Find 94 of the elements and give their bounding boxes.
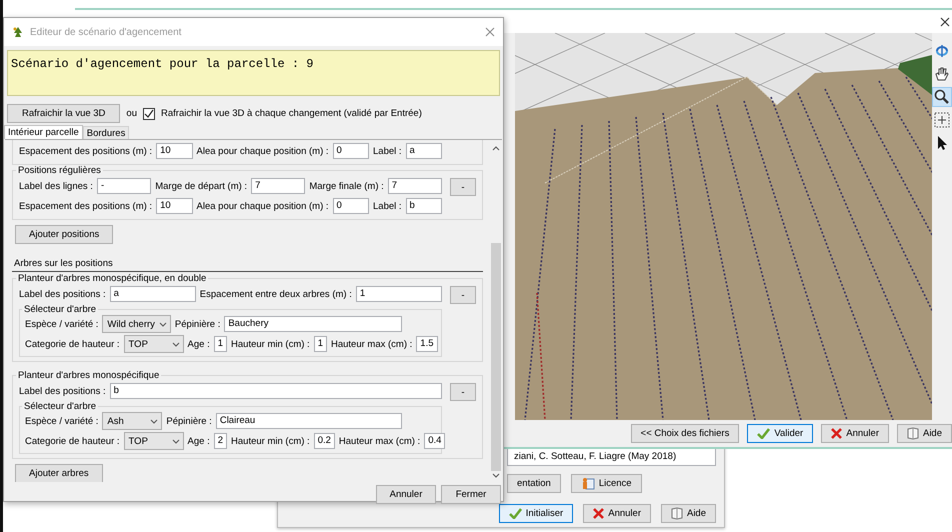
remove-button[interactable]: - — [450, 178, 476, 196]
text-field[interactable]: b — [406, 198, 442, 214]
group-title: Planteur d'arbres monospécifique — [17, 370, 160, 381]
caret-icon — [172, 438, 180, 444]
dropdown[interactable]: TOP — [124, 432, 184, 450]
button[interactable]: Aide — [660, 504, 716, 523]
caret-icon — [172, 342, 180, 346]
dropdown[interactable]: TOP — [124, 335, 184, 353]
separator-text: ou — [126, 108, 137, 119]
remove-button[interactable]: - — [450, 286, 476, 304]
text-field[interactable]: 7 — [251, 178, 306, 194]
field-label: Espacement des positions (m) : — [19, 146, 152, 156]
group-title: Positions régulières — [17, 165, 102, 176]
text-field[interactable]: - — [96, 178, 152, 194]
cross-icon — [831, 428, 842, 439]
text-field[interactable]: 1.5 — [416, 336, 438, 352]
dropdown[interactable]: Ash — [102, 412, 162, 430]
add-positions-button[interactable]: Ajouter positions — [15, 225, 114, 244]
scenario-text-area: Scénario d'agencement pour la parcelle : 9 — [7, 50, 500, 96]
search-icon[interactable] — [932, 87, 952, 107]
group-title: Sélecteur d'arbre — [23, 401, 98, 412]
field-label: Hauteur min (cm) : — [231, 338, 310, 350]
tab[interactable]: Bordures — [82, 126, 130, 139]
text-field[interactable]: 1 — [314, 336, 327, 352]
caret-icon — [158, 322, 167, 326]
field-label: Label des positions : — [19, 288, 106, 300]
checkbox[interactable] — [143, 108, 155, 120]
field-label: Espèce / variété : — [25, 318, 98, 330]
button[interactable]: Fermer — [441, 485, 501, 504]
document-icon — [580, 477, 595, 490]
field-label: Label des lignes : — [19, 180, 93, 192]
tab[interactable]: Intérieur parcelle — [4, 125, 83, 139]
field-label: Categorie de hauteur : — [25, 436, 120, 446]
field-label: Pépinière : — [166, 416, 212, 426]
logo-icon — [12, 26, 24, 38]
field-label: Hauteur max (cm) : — [330, 338, 412, 350]
text-field[interactable]: 1 — [356, 286, 442, 302]
button[interactable]: Initialiser — [498, 504, 574, 523]
text-field[interactable]: 0.2 — [314, 433, 335, 449]
group-title: Sélecteur d'arbre — [23, 304, 98, 315]
field-label: Espacement des positions (m) : — [19, 200, 152, 212]
text-field[interactable]: a — [406, 143, 442, 159]
field-label: Age : — [188, 338, 210, 350]
field-label: Espèce / variété : — [25, 416, 98, 426]
checkbox-label: Rafraichir la vue 3D à chaque changement (validé par Entrée) — [161, 108, 422, 119]
text-field[interactable]: 1 — [214, 336, 228, 352]
field-label: Categorie de hauteur : — [25, 338, 120, 350]
field-label: Alea pour chaque position (m) : — [196, 146, 329, 156]
window-title: Editeur de scénario d'agencement — [30, 26, 182, 38]
check-icon — [757, 428, 770, 439]
text-field[interactable]: Bauchery — [224, 316, 402, 332]
remove-button[interactable]: - — [450, 383, 476, 401]
button[interactable]: Licence — [570, 474, 642, 493]
add-trees-button[interactable]: Ajouter arbres — [15, 464, 103, 482]
text-field[interactable]: a — [110, 286, 196, 302]
field-label: Hauteur min (cm) : — [231, 436, 310, 446]
button[interactable]: << Choix des fichiers — [630, 424, 740, 443]
button[interactable]: Aide — [896, 424, 952, 443]
text-field[interactable]: 0 — [332, 198, 369, 214]
field-label: Age : — [188, 436, 210, 446]
field-label: Espacement entre deux arbres (m) : — [200, 288, 352, 300]
text-field[interactable]: 10 — [156, 143, 193, 159]
check-icon — [508, 508, 522, 519]
button[interactable]: Annuler — [821, 424, 889, 443]
text-field[interactable]: b — [110, 383, 442, 399]
cross-icon — [593, 508, 604, 519]
button[interactable]: entation — [507, 474, 561, 493]
field-label: Marge de départ (m) : — [155, 180, 248, 192]
section-title: Arbres sur les positions — [13, 258, 114, 269]
field-label: Hauteur max (cm) : — [338, 436, 420, 446]
text-field[interactable]: Claireau — [216, 413, 402, 429]
text-field[interactable]: 2 — [214, 433, 228, 449]
help-icon — [670, 507, 683, 520]
field-label: Pépinière : — [174, 318, 220, 330]
button[interactable]: Annuler — [376, 485, 436, 504]
text-field[interactable]: 0 — [332, 143, 369, 159]
field-label: Label : — [373, 146, 402, 156]
refresh-button[interactable]: Rafraichir la vue 3D — [7, 104, 120, 123]
caret-icon — [150, 418, 158, 424]
close-icon[interactable] — [940, 16, 950, 26]
crosshair-icon[interactable] — [932, 110, 952, 130]
text-field[interactable]: 7 — [388, 178, 442, 194]
dropdown[interactable]: Wild cherry — [102, 315, 171, 333]
scrollbar-thumb[interactable] — [491, 243, 501, 471]
text-field[interactable]: 10 — [156, 198, 193, 214]
button[interactable]: Valider — [747, 424, 814, 443]
field-label: Alea pour chaque position (m) : — [196, 200, 329, 212]
button[interactable]: Annuler — [583, 504, 651, 523]
field-label: Marge finale (m) : — [309, 180, 384, 192]
field-label: Label : — [373, 200, 402, 212]
field-label: Label des positions : — [19, 386, 106, 396]
group-title: Planteur d'arbres monospécifique, en double — [17, 273, 208, 284]
help-icon — [906, 427, 919, 440]
text-field[interactable]: 0.4 — [424, 433, 446, 449]
